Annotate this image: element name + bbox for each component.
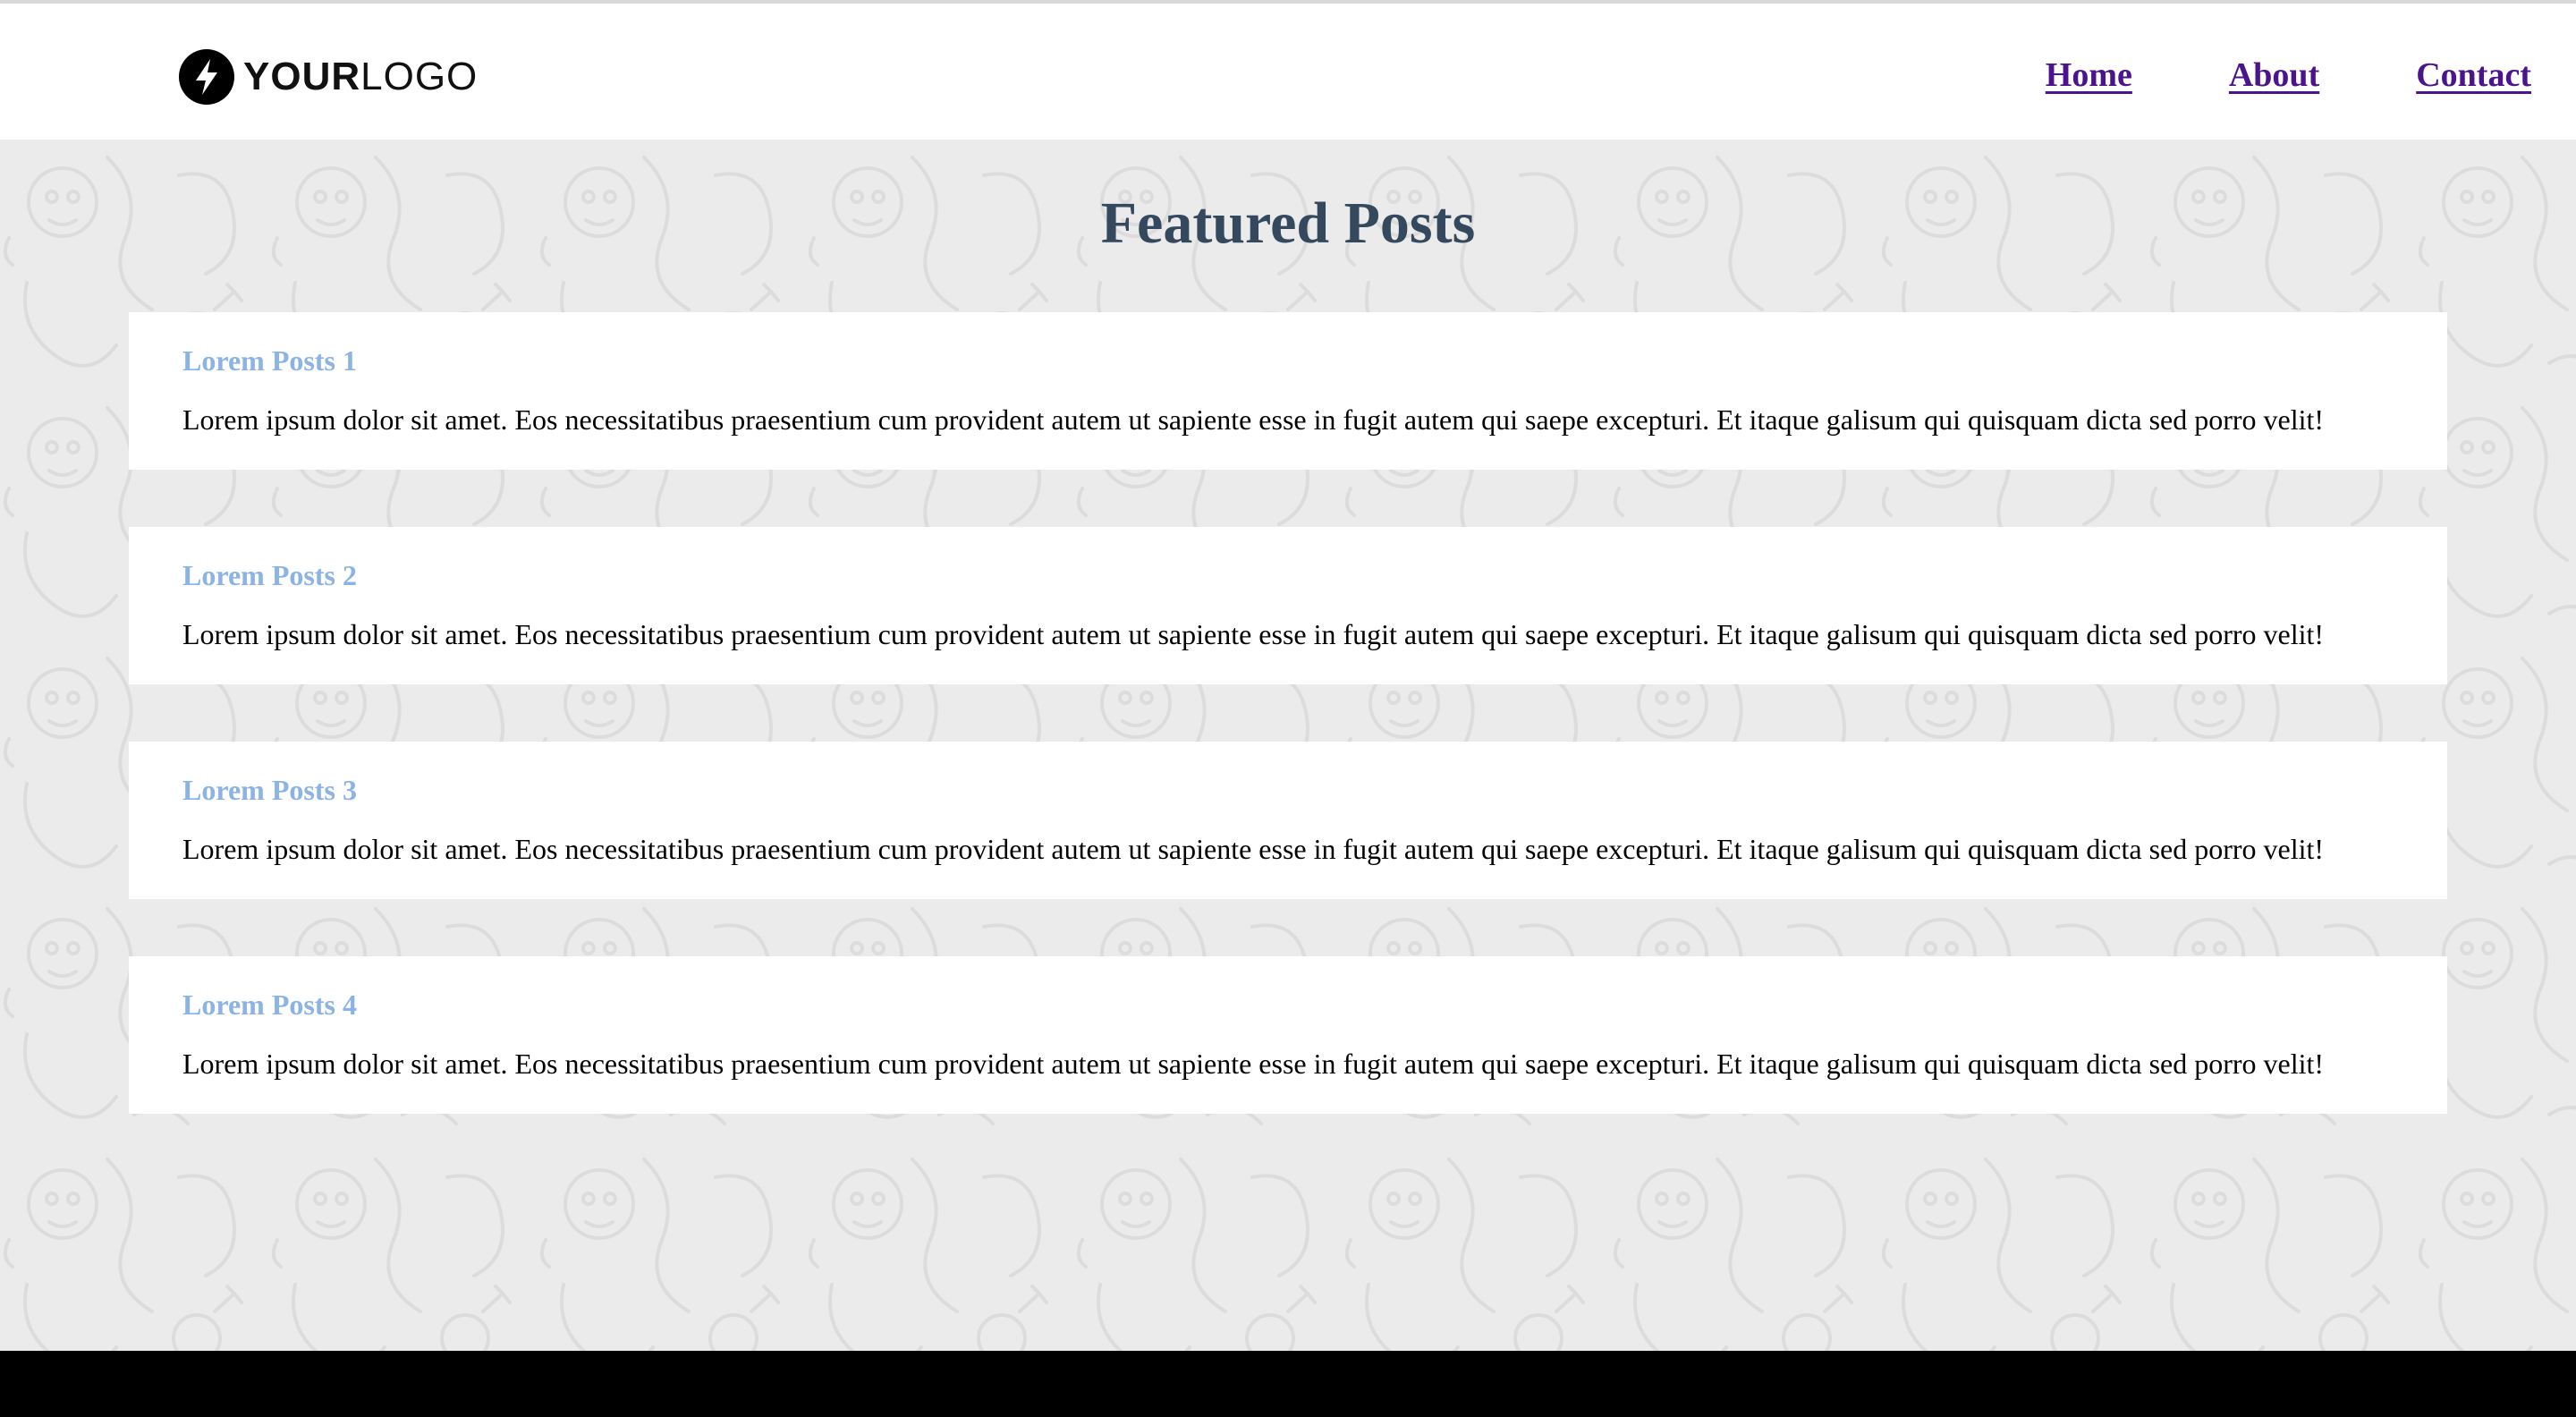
post-card-1: Lorem Posts 1 Lorem ipsum dolor sit amet…	[129, 312, 2447, 470]
main-nav: Home About Contact	[2046, 55, 2531, 95]
nav-link-about[interactable]: About	[2229, 55, 2319, 95]
main-content: Featured Posts Lorem Posts 1 Lorem ipsum…	[0, 140, 2576, 1351]
nav-link-home[interactable]: Home	[2046, 55, 2132, 95]
post-title[interactable]: Lorem Posts 3	[182, 774, 357, 807]
post-title[interactable]: Lorem Posts 1	[182, 344, 357, 378]
post-title[interactable]: Lorem Posts 2	[182, 559, 357, 592]
post-excerpt: Lorem ipsum dolor sit amet. Eos necessit…	[182, 618, 2325, 650]
post-card-2: Lorem Posts 2 Lorem ipsum dolor sit amet…	[129, 527, 2447, 684]
page-title: Featured Posts	[1100, 191, 1476, 256]
logo-text-light: LOGO	[360, 55, 479, 98]
site-logo[interactable]: YOURLOGO	[179, 48, 478, 106]
post-excerpt: Lorem ipsum dolor sit amet. Eos necessit…	[182, 833, 2325, 865]
nav-link-contact[interactable]: Contact	[2416, 55, 2531, 95]
logo-text-bold: YOUR	[243, 55, 361, 98]
post-title[interactable]: Lorem Posts 4	[182, 989, 357, 1022]
logo-text: YOURLOGO	[243, 57, 478, 97]
post-excerpt: Lorem ipsum dolor sit amet. Eos necessit…	[182, 1048, 2325, 1080]
post-card-4: Lorem Posts 4 Lorem ipsum dolor sit amet…	[129, 956, 2447, 1114]
site-footer	[0, 1351, 2576, 1417]
site-header: YOURLOGO Home About Contact	[0, 4, 2576, 140]
post-card-3: Lorem Posts 3 Lorem ipsum dolor sit amet…	[129, 742, 2447, 899]
post-excerpt: Lorem ipsum dolor sit amet. Eos necessit…	[182, 403, 2325, 436]
lightning-bolt-icon	[179, 49, 234, 105]
